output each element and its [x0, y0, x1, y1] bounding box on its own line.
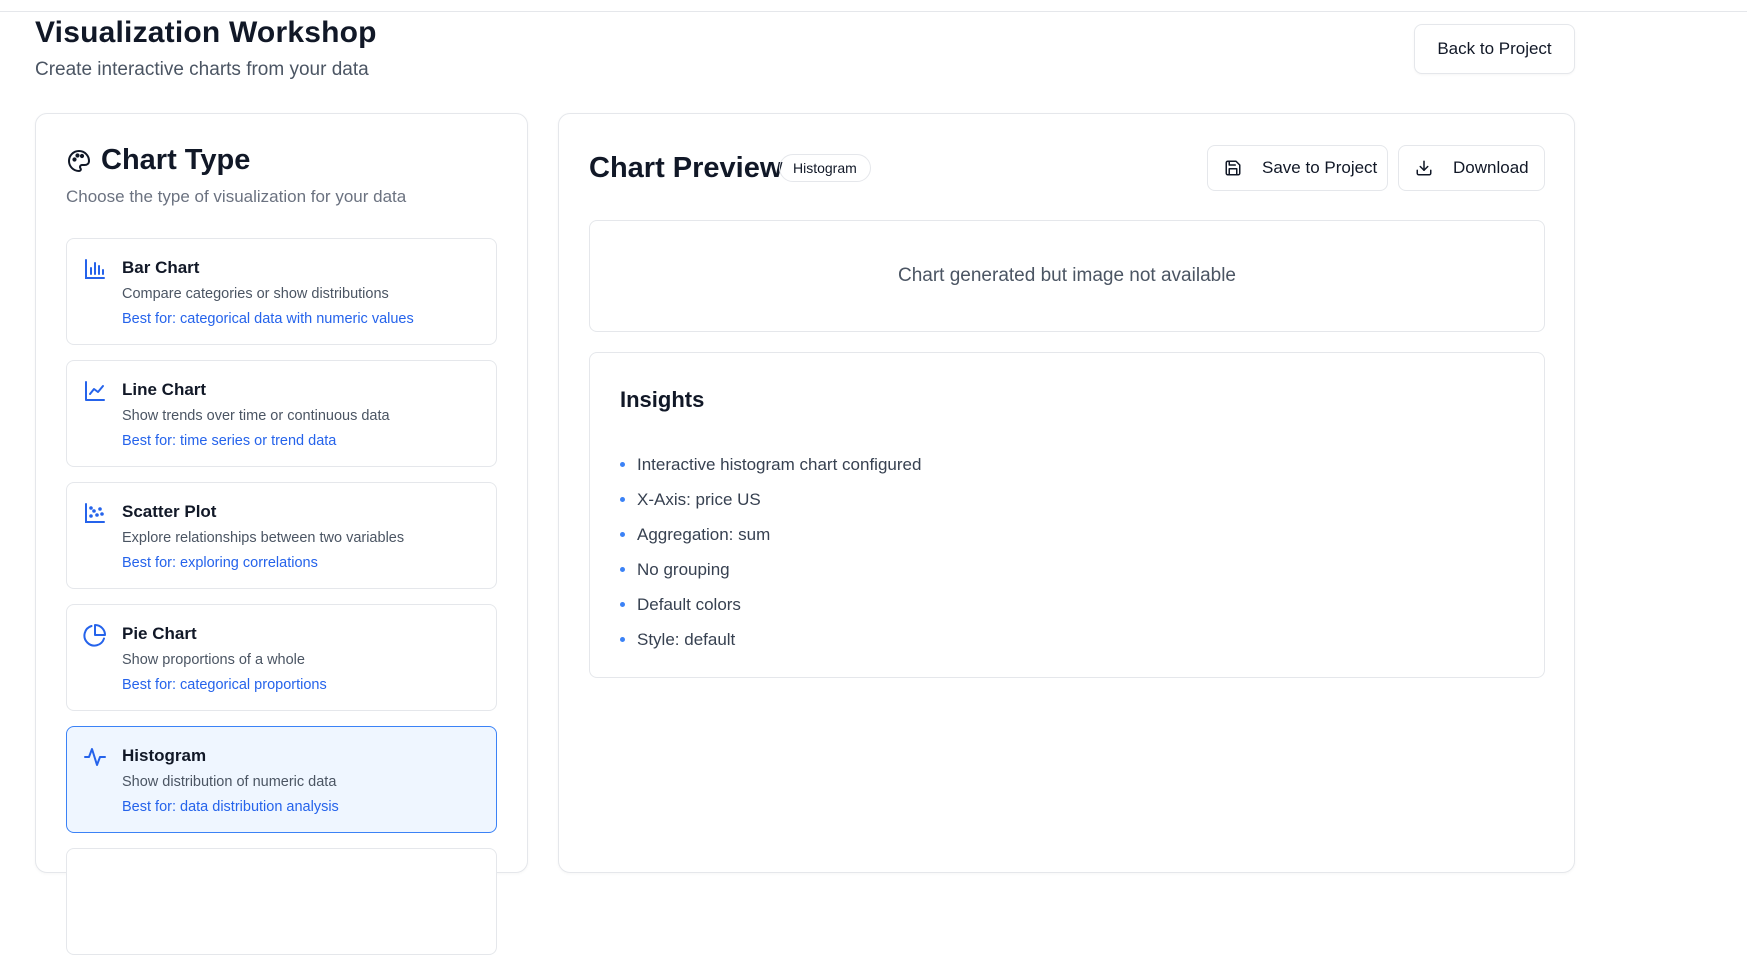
line-chart-icon: [83, 379, 107, 403]
bullet-icon: [620, 497, 625, 502]
back-to-project-button[interactable]: Back to Project: [1414, 24, 1575, 74]
palette-icon: [66, 148, 92, 174]
download-label: Download: [1453, 158, 1529, 177]
bar-chart-icon: [83, 257, 107, 281]
chart-option-label: Bar Chart: [122, 258, 200, 277]
chart-option-label: Histogram: [122, 746, 207, 765]
chart-option-label: Pie Chart: [122, 624, 197, 643]
save-to-project-button[interactable]: Save to Project: [1207, 145, 1388, 191]
chart-type-title: Chart Type: [101, 144, 251, 176]
chart-option-scatter[interactable]: Scatter Plot Explore relationships betwe…: [66, 482, 497, 589]
insight-item: Style: default: [620, 622, 921, 657]
scatter-plot-icon: [83, 501, 107, 525]
chart-image-placeholder: Chart generated but image not available: [589, 220, 1545, 332]
download-button[interactable]: Download: [1398, 145, 1545, 191]
chart-type-badge: Histogram: [779, 154, 871, 182]
chart-option-description: Show distribution of numeric data: [122, 774, 337, 790]
chart-preview-panel: Chart Preview Histogram Save to Project …: [558, 113, 1575, 873]
insight-text: Interactive histogram chart configured: [637, 454, 922, 474]
chart-option-label: Line Chart: [122, 380, 207, 399]
chart-option-description: Compare categories or show distributions: [122, 286, 389, 302]
chart-option-best-for: Best for: data distribution analysis: [122, 799, 339, 815]
chart-option-best-for: Best for: categorical data with numeric …: [122, 311, 414, 327]
insights-list: Interactive histogram chart configured X…: [620, 447, 921, 657]
bullet-icon: [620, 532, 625, 537]
chart-option-label: Scatter Plot: [122, 502, 217, 521]
insight-item: Aggregation: sum: [620, 517, 921, 552]
chart-type-panel: Chart Type Choose the type of visualizat…: [35, 113, 528, 955]
chart-option-more[interactable]: [66, 848, 497, 955]
chart-option-description: Show proportions of a whole: [122, 652, 305, 668]
bullet-icon: [620, 462, 625, 467]
insight-text: No grouping: [637, 559, 730, 579]
chart-option-pie[interactable]: Pie Chart Show proportions of a whole Be…: [66, 604, 497, 711]
histogram-icon: [83, 745, 107, 769]
save-icon: [1224, 158, 1244, 178]
chart-option-description: Show trends over time or continuous data: [122, 408, 390, 424]
page-subtitle: Create interactive charts from your data: [35, 59, 369, 80]
insight-item: Default colors: [620, 587, 921, 622]
chart-option-description: Explore relationships between two variab…: [122, 530, 405, 546]
chart-option-histogram[interactable]: Histogram Show distribution of numeric d…: [66, 726, 497, 833]
save-label: Save to Project: [1262, 158, 1378, 177]
insight-item: No grouping: [620, 552, 921, 587]
insight-item: X-Axis: price US: [620, 482, 921, 517]
chart-option-best-for: Best for: exploring correlations: [122, 555, 318, 571]
chart-type-header: Chart Type: [66, 144, 250, 177]
insight-item: Interactive histogram chart configured: [620, 447, 921, 482]
insights-title: Insights: [620, 387, 705, 412]
bullet-icon: [620, 567, 625, 572]
chart-option-best-for: Best for: categorical proportions: [122, 677, 327, 693]
bullet-icon: [620, 637, 625, 642]
chart-preview-title: Chart Preview: [589, 152, 783, 184]
insight-text: Default colors: [637, 594, 741, 614]
chart-type-description: Choose the type of visualization for you…: [66, 187, 407, 206]
download-icon: [1415, 158, 1435, 178]
chart-option-line[interactable]: Line Chart Show trends over time or cont…: [66, 360, 497, 467]
insight-text: Style: default: [637, 629, 736, 649]
insight-text: Aggregation: sum: [637, 524, 771, 544]
pie-chart-icon: [83, 623, 107, 647]
insight-text: X-Axis: price US: [637, 489, 761, 509]
chart-option-bar[interactable]: Bar Chart Compare categories or show dis…: [66, 238, 497, 345]
top-divider: [0, 11, 1747, 12]
insights-card: Insights Interactive histogram chart con…: [589, 352, 1545, 678]
bullet-icon: [620, 602, 625, 607]
chart-option-best-for: Best for: time series or trend data: [122, 433, 337, 449]
page-title: Visualization Workshop: [35, 16, 377, 49]
